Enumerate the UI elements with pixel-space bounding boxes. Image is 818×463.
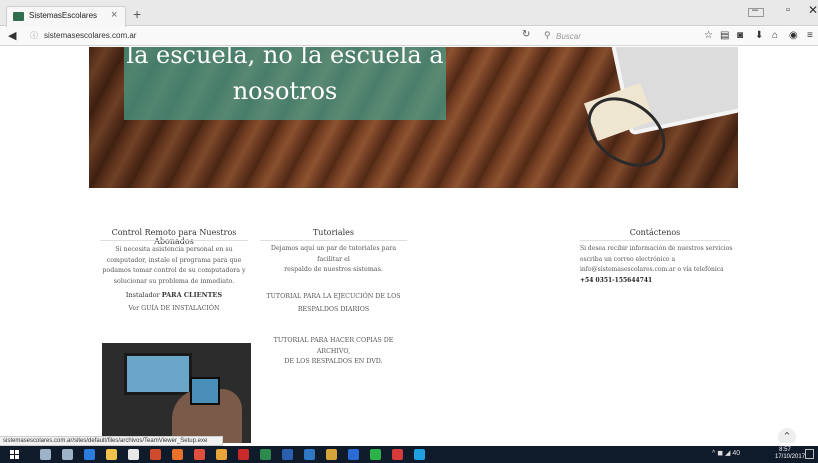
- hero-banner: la escuela, no la escuela a nosotros: [89, 47, 738, 188]
- scroll-to-top-button[interactable]: ⌃: [778, 428, 796, 443]
- whatsapp-icon[interactable]: [370, 449, 381, 460]
- contact-text-line: escriba un correo electrónico a: [580, 255, 676, 263]
- firefox-icon[interactable]: [172, 449, 183, 460]
- store-icon[interactable]: [128, 449, 139, 460]
- status-link-url: sistemasescolares.com.ar/sites/default/f…: [3, 438, 208, 444]
- tutorial-link-line: RESPALDOS DIARIOS: [297, 305, 370, 313]
- teamviewer-video-thumbnail[interactable]: [102, 343, 251, 443]
- remote-text-line: computador, instale el programa para que: [106, 256, 242, 264]
- tutorial-link-line: TUTORIAL PARA LA EJECUCIÓN DE LOS: [266, 293, 401, 300]
- search-icon: ⚲: [544, 30, 551, 40]
- home-icon[interactable]: ⌂: [772, 30, 778, 41]
- search-placeholder: Buscar: [556, 32, 581, 41]
- contact-text-line: Si desea recibir información de nuestros…: [580, 245, 733, 252]
- contact-title: Contáctenos: [629, 228, 681, 237]
- task-view-icon[interactable]: [62, 449, 73, 460]
- search-input[interactable]: ⚲ Buscar: [541, 29, 691, 44]
- contact-description: Si desea recibir información de nuestros…: [580, 244, 740, 286]
- installer-prefix: Instalador: [125, 291, 160, 299]
- tutorials-text-line: respaldo de nuestros sistemas.: [284, 266, 383, 273]
- tutorials-text-line: Dejamos aquí un par de tutoriales para f…: [270, 245, 397, 263]
- tab-strip: SistemasEscolares × + – ▫ ✕: [0, 0, 818, 27]
- close-window-button[interactable]: ✕: [808, 3, 818, 17]
- tab-sistemasescolares[interactable]: SistemasEscolares ×: [6, 6, 126, 27]
- tutorials-divider: [260, 240, 407, 241]
- chrome-icon[interactable]: [194, 449, 205, 460]
- site-favicon-icon: [13, 12, 24, 21]
- tutorial-dvd-copies-link[interactable]: TUTORIAL PARA HACER COPIAS DE ARCHIVO, D…: [258, 336, 409, 368]
- clock-time: 8:57: [779, 447, 791, 453]
- installer-link[interactable]: Instalador PARA CLIENTES: [100, 291, 248, 299]
- tutorial-link-line: TUTORIAL PARA HACER COPIAS DE ARCHIVO,: [273, 337, 394, 355]
- file-explorer-icon[interactable]: [106, 449, 117, 460]
- remote-text-line: solucionar su problema de inmediato.: [113, 277, 235, 285]
- new-tab-button[interactable]: +: [133, 6, 141, 22]
- filezilla-icon[interactable]: [238, 449, 249, 460]
- contact-email-line[interactable]: info@sistemasescolares.com.ar o vía tele…: [580, 265, 740, 276]
- tutorial-daily-backups-link[interactable]: TUTORIAL PARA LA EJECUCIÓN DE LOS RESPAL…: [258, 292, 409, 315]
- navigation-bar: ◀ ⓘ sistemasescolares.com.ar ↻ ⚲ Buscar …: [0, 27, 818, 46]
- clock-date: 17/10/2017: [775, 454, 806, 460]
- laptop-screen-image: [124, 353, 192, 395]
- tutorials-description: Dejamos aquí un par de tutoriales para f…: [258, 244, 409, 276]
- photoshop-icon[interactable]: [216, 449, 227, 460]
- opera-icon[interactable]: [392, 449, 403, 460]
- back-arrow-icon[interactable]: ◀: [8, 29, 16, 42]
- installer-bold: PARA CLIENTES: [161, 291, 223, 299]
- hero-heading-line1: la escuela, no la escuela a: [126, 47, 444, 69]
- menu-icon[interactable]: ≡: [807, 30, 813, 41]
- tab-title: SistemasEscolares: [29, 11, 98, 20]
- status-bar: sistemasescolares.com.ar/sites/default/f…: [0, 436, 223, 446]
- tutorial-link-line: DE LOS RESPALDOS EN DVD.: [284, 358, 383, 365]
- site-info-icon[interactable]: ⓘ: [30, 30, 38, 41]
- teamviewer-icon[interactable]: [348, 449, 359, 460]
- clock[interactable]: 8:57 17/10/2017: [775, 447, 806, 461]
- system-tray[interactable]: ^ ◼ ◢ 40: [712, 449, 740, 457]
- installation-guide-link[interactable]: Ver GUÍA DE INSTALACIÓN: [100, 304, 248, 315]
- powerpoint-icon[interactable]: [150, 449, 161, 460]
- close-tab-icon[interactable]: ×: [111, 9, 117, 21]
- pocket-icon[interactable]: ◙: [737, 30, 743, 41]
- url-text: sistemasescolares.com.ar: [44, 31, 137, 40]
- remote-description: Si necesita asistencia personal en su co…: [100, 245, 248, 287]
- bookmarks-icon[interactable]: ▤: [720, 30, 729, 41]
- remote-text-line: Si necesita asistencia personal en su: [115, 246, 233, 253]
- contact-divider: [580, 240, 730, 241]
- download-icon[interactable]: ⬇: [755, 30, 763, 41]
- maximize-window-button[interactable]: ▫: [786, 4, 790, 16]
- word-icon[interactable]: [282, 449, 293, 460]
- hero-text-overlay: la escuela, no la escuela a nosotros: [124, 47, 446, 120]
- search-icon[interactable]: [40, 449, 51, 460]
- minimize-window-button[interactable]: –: [752, 4, 758, 16]
- remote-text-line: podamos tomar control de su computadora …: [102, 267, 246, 274]
- tutorials-title: Tutoriales: [312, 228, 355, 237]
- contact-phone: +54 0351-155644741: [580, 276, 653, 284]
- page-content: la escuela, no la escuela a nosotros Con…: [0, 47, 818, 443]
- edge-icon[interactable]: [84, 449, 95, 460]
- remote-control-title: Control Remoto para Nuestros Abonados: [111, 228, 237, 246]
- hero-heading-line2: nosotros: [232, 77, 338, 105]
- windows-taskbar: ^ ◼ ◢ 40 8:57 17/10/2017: [0, 446, 818, 463]
- star-icon[interactable]: ☆: [704, 30, 713, 41]
- folder-icon[interactable]: [326, 449, 337, 460]
- paint-icon[interactable]: [260, 449, 271, 460]
- windows-start-icon[interactable]: [10, 450, 20, 460]
- skype-icon[interactable]: [414, 449, 425, 460]
- chart-icon[interactable]: [304, 449, 315, 460]
- notifications-icon[interactable]: [805, 449, 814, 459]
- phone-image: [190, 377, 220, 405]
- url-bar[interactable]: sistemasescolares.com.ar: [40, 29, 538, 44]
- sync-icon[interactable]: ◉: [789, 30, 798, 41]
- reload-icon[interactable]: ↻: [522, 29, 530, 40]
- remote-divider: [100, 240, 248, 241]
